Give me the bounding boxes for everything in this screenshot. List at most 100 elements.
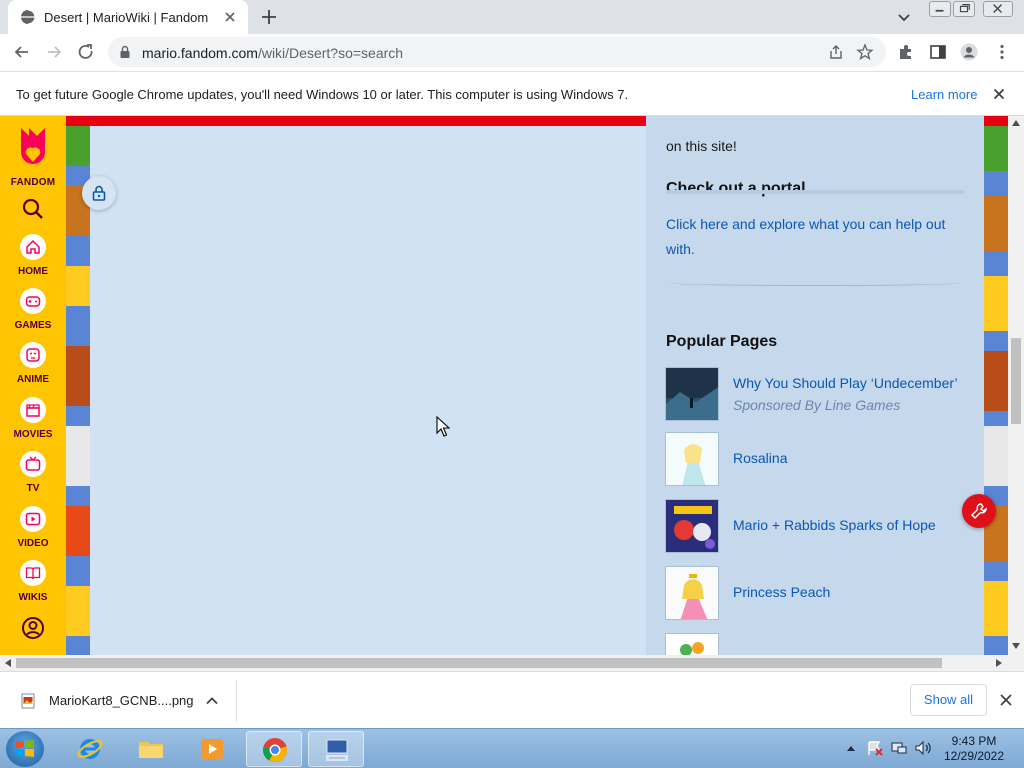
volume-icon[interactable] [914,740,932,756]
vertical-scroll-thumb[interactable] [1011,338,1021,424]
taskbar-clock[interactable]: 9:43 PM 12/29/2022 [938,734,1010,764]
address-bar[interactable]: mario.fandom.com/wiki/Desert?so=search [108,37,886,67]
close-tab-icon[interactable] [222,9,238,25]
windows-logo-icon [16,740,34,757]
rail-item-anime[interactable]: ANIME [0,342,66,394]
profile-avatar-icon[interactable] [960,43,978,61]
horizontal-scrollbar[interactable] [0,655,1024,671]
horizontal-scroll-thumb[interactable] [16,658,942,668]
show-hidden-icons-icon[interactable] [846,744,856,752]
page-viewport: FANDOM HOME GAMES ANIME MOVIES TV VIDEO [0,116,1008,655]
system-tray [844,735,944,763]
tab-strip: Desert | MarioWiki | Fandom [0,0,1024,34]
rail-item-video[interactable]: VIDEO [0,506,66,558]
portal-heading-underline [666,190,964,194]
taskbar-remote-app[interactable] [308,731,364,767]
network-icon[interactable] [890,740,908,756]
rail-item-movies[interactable]: MOVIES [0,397,66,449]
globe-icon [21,9,36,25]
portal-link[interactable]: Click here and explore what you can help… [666,212,966,262]
reload-icon[interactable] [76,42,96,62]
taskbar-file-explorer[interactable] [123,731,179,767]
taskbar-media-player[interactable] [184,731,240,767]
popular-page-title[interactable]: Rosalina [733,450,787,466]
scroll-up-arrow-icon[interactable] [1012,120,1020,126]
sidebar-intro-text: on this site! [666,138,737,154]
popular-page-item[interactable]: Princess Peach [665,566,975,622]
rail-item-games[interactable]: GAMES [0,288,66,340]
clock-date: 12/29/2022 [943,749,1005,763]
rail-item-tv[interactable]: TV [0,451,66,503]
restore-button[interactable] [953,1,975,17]
browser-tab[interactable]: Desert | MarioWiki | Fandom [8,0,248,34]
fandom-logo-label: FANDOM [10,177,56,188]
scroll-right-arrow-icon[interactable] [996,659,1002,667]
shelf-separator [236,680,237,722]
side-panel-icon[interactable] [929,43,947,61]
scroll-down-arrow-icon[interactable] [1012,643,1020,649]
share-icon[interactable] [828,44,844,60]
user-account-icon[interactable] [21,616,45,640]
download-shelf: MarioKart8_GCNB....png Show all [0,671,1024,728]
popular-page-title[interactable]: Why You Should Play ‘Undecember’ [733,375,958,391]
keyboard-monitor-icon [326,739,348,761]
gamepad-icon [25,296,41,307]
browser-toolbar: mario.fandom.com/wiki/Desert?so=search [0,34,1024,71]
taskbar-internet-explorer[interactable] [62,731,118,767]
clock-time: 9:43 PM [951,734,997,748]
search-icon[interactable] [22,198,44,220]
taskbar-chrome[interactable] [246,731,302,767]
popular-page-item[interactable]: Rosalina [665,432,975,488]
wrench-icon [970,503,987,520]
fandom-logo-icon[interactable] [16,126,50,170]
home-icon [26,239,40,254]
new-tab-button[interactable] [259,7,279,27]
extensions-puzzle-icon[interactable] [897,43,915,61]
thumbnail-mario-rabbids[interactable] [665,499,719,553]
tv-icon [25,456,41,471]
kebab-menu-icon[interactable] [993,43,1011,61]
start-button[interactable] [6,731,44,767]
thumbnail-undecember[interactable] [665,367,719,421]
scroll-left-arrow-icon[interactable] [5,659,11,667]
page-lock-button[interactable] [82,176,116,210]
rail-label-home: HOME [18,266,48,277]
popular-page-title[interactable]: Princess Peach [733,584,830,600]
close-window-button[interactable] [983,1,1013,17]
learn-more-link[interactable]: Learn more [911,87,977,102]
action-center-flag-icon[interactable] [866,740,884,756]
url-domain: mario.fandom.com [142,45,258,61]
internet-explorer-icon [77,739,103,759]
back-arrow-icon[interactable] [12,42,32,62]
thumbnail-princess-peach[interactable] [665,566,719,620]
windows-taskbar: 9:43 PM 12/29/2022 [0,728,1024,768]
popular-page-title[interactable]: Mario + Rabbids Sparks of Hope [733,517,936,533]
rail-label-video: VIDEO [17,538,49,549]
lock-icon[interactable] [118,45,132,59]
rail-item-wikis[interactable]: WIKIS [0,560,66,612]
bookmark-star-icon[interactable] [856,43,874,61]
sponsored-label: Sponsored By Line Games [733,397,901,413]
close-infobar-icon[interactable] [991,86,1007,102]
url-text[interactable]: mario.fandom.com/wiki/Desert?so=search [142,45,403,61]
popular-page-item[interactable] [665,633,975,655]
minimize-button[interactable] [929,1,951,17]
media-player-icon [201,739,223,759]
folder-icon [139,742,163,758]
popular-pages-heading: Popular Pages [666,333,778,350]
forward-arrow-icon[interactable] [44,42,64,62]
vertical-scrollbar[interactable] [1008,116,1024,655]
wiki-tools-button[interactable] [962,494,996,528]
chevron-down-icon[interactable] [896,9,912,25]
thumbnail-rosalina[interactable] [665,432,719,486]
download-file-name[interactable]: MarioKart8_GCNB....png [49,693,194,708]
rail-label-tv: TV [26,483,40,494]
thumbnail-next-page[interactable] [665,633,719,655]
chevron-up-icon[interactable] [205,694,219,708]
popular-page-item[interactable]: Why You Should Play ‘Undecember’ Sponsor… [665,367,975,423]
rail-item-home[interactable]: HOME [0,234,66,286]
lock-icon [92,185,106,201]
popular-page-item[interactable]: Mario + Rabbids Sparks of Hope [665,499,975,555]
show-all-button[interactable]: Show all [910,684,987,716]
close-shelf-icon[interactable] [999,693,1013,707]
